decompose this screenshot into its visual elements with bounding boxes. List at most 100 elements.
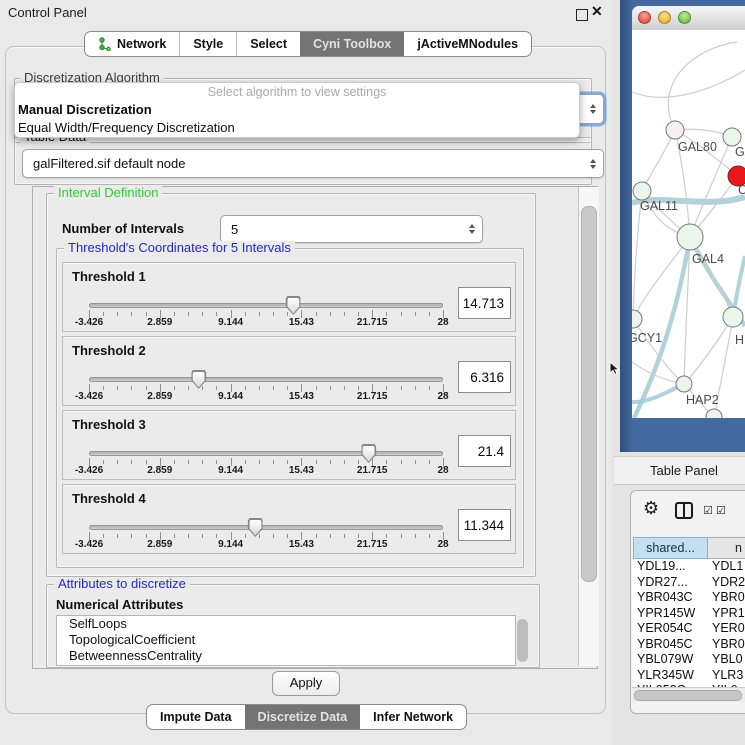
tab-impute-data[interactable]: Impute Data (147, 705, 245, 729)
tab-select[interactable]: Select (236, 32, 300, 56)
network-edge[interactable] (633, 319, 684, 384)
network-edge[interactable] (632, 70, 745, 97)
table-row[interactable]: YBR043CYBR0 (632, 590, 745, 606)
tick-mark (202, 460, 203, 464)
column-header-shared-name[interactable]: shared... (633, 537, 708, 559)
network-canvas[interactable]: GAL80GACGAL11GAL4GCY1HHAP2 (632, 30, 745, 418)
tick-mark (103, 386, 104, 390)
tick-mark (330, 386, 331, 390)
table-row[interactable]: YBL079WYBL0 (632, 652, 745, 668)
tick-mark (316, 312, 317, 316)
table-row[interactable]: YDR27...YDR2 (632, 575, 745, 591)
tab-label: Style (193, 37, 223, 51)
network-edge[interactable] (684, 317, 733, 384)
table-row[interactable]: YER054CYER0 (632, 621, 745, 637)
tab-infer-network[interactable]: Infer Network (360, 705, 466, 729)
threshold-value-field[interactable]: 14.713 (458, 287, 511, 319)
threshold-label: Threshold 4 (72, 491, 146, 506)
tick-mark (131, 534, 132, 538)
close-traffic-light[interactable] (638, 11, 651, 24)
float-window-icon[interactable] (576, 9, 588, 21)
tab-label: Cyni Toolbox (313, 37, 391, 51)
node-label: GAL4 (692, 252, 724, 266)
network-node[interactable] (633, 182, 651, 200)
gear-icon[interactable]: ⚙ (643, 498, 659, 519)
threshold-value-field[interactable]: 21.4 (458, 435, 511, 467)
tick-mark (386, 460, 387, 464)
network-edge[interactable] (642, 130, 675, 191)
network-edge[interactable] (668, 42, 737, 130)
tab-style[interactable]: Style (179, 32, 236, 56)
close-icon[interactable]: ✕ (591, 3, 603, 20)
table-row[interactable]: YDL19...YDL1 (632, 559, 745, 575)
minimize-traffic-light[interactable] (658, 11, 671, 24)
tick-mark (358, 386, 359, 390)
tick-mark (330, 312, 331, 316)
attributes-scrollbar-thumb[interactable] (517, 619, 528, 662)
network-window-titlebar[interactable] (632, 6, 745, 31)
tick-mark (259, 386, 260, 390)
dropdown-option-equal-width-frequency-discretization[interactable]: Equal Width/Frequency Discretization (15, 119, 579, 137)
attribute-item-selfloops[interactable]: SelfLoops (57, 616, 515, 632)
checkbox-icon[interactable]: ☑ (703, 504, 713, 517)
split-columns-icon[interactable] (675, 502, 693, 519)
tab-network[interactable]: Network (85, 32, 179, 56)
tick-mark (316, 534, 317, 538)
dropdown-options: Manual DiscretizationEqual Width/Frequen… (15, 101, 579, 137)
tick-label: 21.715 (357, 317, 388, 328)
tick-mark (245, 460, 246, 464)
cell-shared-name: YBR045C (632, 637, 708, 653)
network-node[interactable] (723, 128, 741, 146)
thresholds-group-label: Threshold's Coordinates for 5 Intervals (64, 241, 295, 255)
network-node[interactable] (706, 409, 722, 418)
node-label: H (735, 333, 744, 347)
apply-button[interactable]: Apply (272, 671, 340, 696)
horizontal-scrollbar-thumb[interactable] (634, 690, 742, 701)
dropdown-option-manual-discretization[interactable]: Manual Discretization (15, 101, 579, 119)
threshold-value-field[interactable]: 6.316 (458, 361, 511, 393)
tab-discretize-data[interactable]: Discretize Data (245, 705, 361, 729)
threshold-value-field[interactable]: 11.344 (458, 509, 511, 541)
threshold-panel-1: Threshold 1-3.4262.8599.14415.4321.71528… (62, 262, 516, 332)
tick-mark (401, 386, 402, 390)
node-label: GAL80 (678, 140, 717, 154)
table-data-combo[interactable]: galFiltered.sif default node (22, 149, 604, 178)
network-node[interactable] (666, 121, 684, 139)
checkbox-icon[interactable]: ☑ (716, 504, 726, 517)
network-node[interactable] (723, 307, 743, 327)
tab-label: Infer Network (373, 710, 453, 724)
tick-label: 21.715 (357, 539, 388, 550)
horizontal-scrollbar[interactable] (632, 687, 745, 702)
threshold-slider-track[interactable] (89, 451, 443, 456)
slider-tick-labels: -3.4262.8599.14415.4321.71528 (89, 317, 443, 329)
column-header-name[interactable]: n (708, 537, 745, 559)
node-label: GCY1 (632, 331, 662, 345)
attribute-item-betweennesscentrality[interactable]: BetweennessCentrality (57, 648, 515, 664)
tick-label: 2.859 (147, 391, 172, 402)
vertical-scrollbar-thumb[interactable] (581, 206, 597, 582)
attribute-item-topologicalcoefficient[interactable]: TopologicalCoefficient (57, 632, 515, 648)
tick-mark (358, 312, 359, 316)
combo-stepper-icon (590, 159, 596, 169)
tab-jactivemnodules[interactable]: jActiveMNodules (404, 32, 531, 56)
threshold-slider-track[interactable] (89, 377, 443, 382)
tick-mark (131, 312, 132, 316)
table-panel-title: Table Panel (650, 463, 718, 478)
tab-label: Network (117, 37, 166, 51)
table-row[interactable]: YPR145WYPR1 (632, 606, 745, 622)
table-row[interactable]: YLR345WYLR3 (632, 668, 745, 684)
num-intervals-combo[interactable]: 5 (220, 215, 483, 243)
slider-tick-labels: -3.4262.8599.14415.4321.71528 (89, 539, 443, 551)
threshold-slider-track[interactable] (89, 303, 443, 308)
table-row[interactable]: YBR045CYBR0 (632, 637, 745, 653)
panel-title: Control Panel (8, 5, 87, 20)
threshold-slider-track[interactable] (89, 525, 443, 530)
zoom-traffic-light[interactable] (678, 11, 691, 24)
tab-cyni-toolbox[interactable]: Cyni Toolbox (300, 32, 404, 56)
network-node[interactable] (632, 310, 642, 328)
network-node[interactable] (677, 224, 703, 250)
numerical-attributes-list[interactable]: SelfLoopsTopologicalCoefficientBetweenne… (56, 615, 516, 666)
cell-name: YPR1 (708, 606, 745, 622)
tick-mark (344, 534, 345, 538)
network-node[interactable] (676, 376, 692, 392)
